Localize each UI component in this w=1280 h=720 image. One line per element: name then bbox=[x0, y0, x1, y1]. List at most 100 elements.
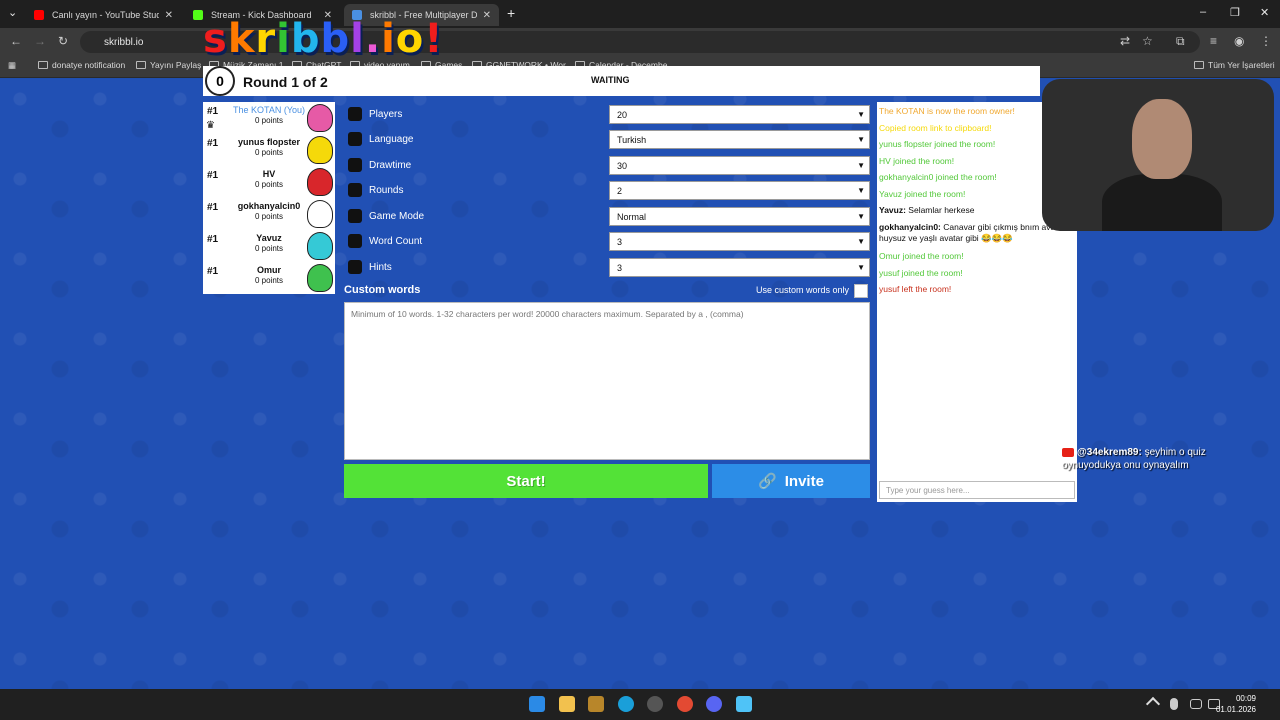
guess-placeholder: Type your guess here... bbox=[886, 486, 970, 495]
media-icon[interactable]: ≡ bbox=[1210, 34, 1217, 48]
profile-icon[interactable]: ◉ bbox=[1234, 34, 1244, 48]
language-icon bbox=[348, 132, 362, 146]
file-explorer-icon[interactable] bbox=[559, 696, 575, 712]
player-row[interactable]: #1 gokhanyalcin0 0 points bbox=[203, 198, 335, 230]
message-author: gokhanyalcin0: bbox=[879, 222, 941, 232]
chevron-down-icon: ▼ bbox=[857, 186, 865, 195]
chevron-up-icon[interactable] bbox=[1145, 696, 1161, 712]
reload-icon[interactable]: ↻ bbox=[58, 34, 68, 48]
new-tab-button[interactable]: + bbox=[507, 5, 515, 21]
tab-search-icon[interactable]: ⌄ bbox=[8, 6, 17, 19]
chevron-down-icon: ▼ bbox=[857, 135, 865, 144]
player-row[interactable]: #1 HV 0 points bbox=[203, 166, 335, 198]
chevron-down-icon: ▼ bbox=[857, 161, 865, 170]
player-name: yunus flopster bbox=[237, 137, 300, 147]
discord-icon[interactable] bbox=[706, 696, 722, 712]
back-icon[interactable]: ← bbox=[10, 34, 22, 48]
setting-label: Game Mode bbox=[369, 211, 425, 222]
custom-words-only-label: Use custom words only bbox=[756, 285, 850, 295]
player-row[interactable]: #1 ♛ The KOTAN (You) 0 points bbox=[203, 102, 335, 134]
player-rank: #1 bbox=[207, 106, 219, 117]
message-text: Yavuz joined the room! bbox=[879, 189, 966, 199]
skribbl-logo[interactable]: skribbl.io! bbox=[203, 16, 444, 62]
drawtime-select[interactable]: 30 ▼ bbox=[609, 156, 870, 175]
apps-icon[interactable]: ▦ bbox=[8, 60, 16, 71]
chevron-down-icon: ▼ bbox=[857, 263, 865, 272]
extensions-icon[interactable]: ⧉ bbox=[1176, 34, 1185, 49]
tab-youtube-studio[interactable]: Canlı yayın - YouTube Studio ✕ bbox=[26, 4, 181, 26]
word-count-select[interactable]: 3 ▼ bbox=[609, 232, 870, 251]
custom-words-textarea[interactable]: Minimum of 10 words. 1-32 characters per… bbox=[344, 302, 870, 460]
chat-message: Omur joined the room! bbox=[879, 251, 1069, 262]
hints-select[interactable]: 3 ▼ bbox=[609, 258, 870, 277]
invite-button[interactable]: 🔗 Invite bbox=[712, 464, 870, 498]
round-indicator: Round 1 of 2 bbox=[243, 74, 328, 90]
close-icon[interactable]: ✕ bbox=[165, 10, 173, 21]
player-name: The KOTAN (You) bbox=[232, 105, 306, 115]
chevron-down-icon: ▼ bbox=[857, 212, 865, 221]
chevron-down-icon: ▼ bbox=[857, 110, 865, 119]
menu-icon[interactable]: ⋮ bbox=[1260, 34, 1272, 48]
bookmark-item[interactable]: Yayını Paylaş bbox=[136, 60, 201, 70]
crown-icon: ♛ bbox=[206, 120, 215, 131]
tab-title: Canlı yayın - YouTube Studio bbox=[52, 10, 159, 20]
chrome-icon[interactable] bbox=[677, 696, 693, 712]
app-icon[interactable] bbox=[647, 696, 663, 712]
maximize-button[interactable]: ❐ bbox=[1230, 6, 1240, 19]
message-text: yusuf joined the room! bbox=[879, 268, 963, 278]
close-icon[interactable]: ✕ bbox=[483, 10, 491, 21]
link-icon: 🔗 bbox=[758, 473, 777, 490]
start-menu-icon[interactable] bbox=[529, 696, 545, 712]
players-select[interactable]: 20 ▼ bbox=[609, 105, 870, 124]
microphone-icon[interactable] bbox=[1170, 698, 1178, 710]
chat-message: Yavuz joined the room! bbox=[879, 189, 1069, 200]
app-icon[interactable] bbox=[588, 696, 604, 712]
chevron-down-icon: ▼ bbox=[857, 237, 865, 246]
bookmark-item[interactable]: donatye notification bbox=[38, 60, 125, 70]
streamer-body bbox=[1102, 174, 1222, 231]
streamer-face bbox=[1132, 99, 1192, 179]
avatar bbox=[307, 200, 333, 228]
star-icon[interactable]: ☆ bbox=[1142, 34, 1153, 48]
player-rank: #1 bbox=[207, 234, 219, 245]
edge-icon[interactable] bbox=[618, 696, 634, 712]
guess-input[interactable]: Type your guess here... bbox=[879, 481, 1075, 499]
forward-icon[interactable]: → bbox=[34, 34, 46, 48]
bookmark-label: Yayını Paylaş bbox=[150, 60, 202, 70]
close-window-button[interactable]: ✕ bbox=[1260, 6, 1269, 19]
start-label: Start! bbox=[506, 472, 546, 490]
player-row[interactable]: #1 Yavuz 0 points bbox=[203, 230, 335, 262]
avatar bbox=[307, 232, 333, 260]
chat-message: The KOTAN is now the room owner! bbox=[879, 106, 1069, 117]
language-select[interactable]: Turkish ▼ bbox=[609, 130, 870, 149]
all-bookmarks[interactable]: Tüm Yer İşaretleri bbox=[1194, 60, 1275, 70]
start-button[interactable]: Start! bbox=[344, 464, 708, 498]
setting-drawtime: Drawtime 30 ▼ bbox=[344, 156, 870, 178]
custom-words-only-checkbox[interactable] bbox=[854, 284, 868, 298]
network-icon[interactable] bbox=[1190, 699, 1202, 709]
setting-value: Normal bbox=[617, 212, 647, 222]
setting-hints: Hints 3 ▼ bbox=[344, 258, 870, 280]
minimize-button[interactable]: – bbox=[1200, 6, 1206, 18]
message-text: Omur joined the room! bbox=[879, 251, 964, 261]
message-text: yunus flopster joined the room! bbox=[879, 139, 996, 149]
hints-icon bbox=[348, 260, 362, 274]
player-row[interactable]: #1 Omur 0 points bbox=[203, 262, 335, 294]
setting-label: Drawtime bbox=[369, 160, 412, 171]
setting-language: Language Turkish ▼ bbox=[344, 130, 870, 152]
setting-value: 3 bbox=[617, 237, 623, 247]
message-text: gokhanyalcin0 joined the room! bbox=[879, 172, 997, 182]
clock-time: 00:09 bbox=[1235, 694, 1256, 703]
game-mode-select[interactable]: Normal ▼ bbox=[609, 207, 870, 226]
invite-label: Invite bbox=[784, 472, 824, 490]
system-clock[interactable]: 00:09 01.01.2026 bbox=[1216, 693, 1256, 715]
player-rank: #1 bbox=[207, 266, 219, 277]
player-row[interactable]: #1 yunus flopster 0 points bbox=[203, 134, 335, 166]
notepad-icon[interactable] bbox=[736, 696, 752, 712]
game-status: WAITING bbox=[591, 75, 630, 85]
translate-icon[interactable]: ⇄ bbox=[1120, 34, 1130, 48]
rounds-select[interactable]: 2 ▼ bbox=[609, 181, 870, 200]
player-rank: #1 bbox=[207, 138, 219, 149]
address-bar: ← → ↻ skribbl.io ⇄ ☆ ⧉ ≡ ◉ ⋮ bbox=[0, 28, 1280, 56]
kick-icon bbox=[193, 10, 203, 20]
